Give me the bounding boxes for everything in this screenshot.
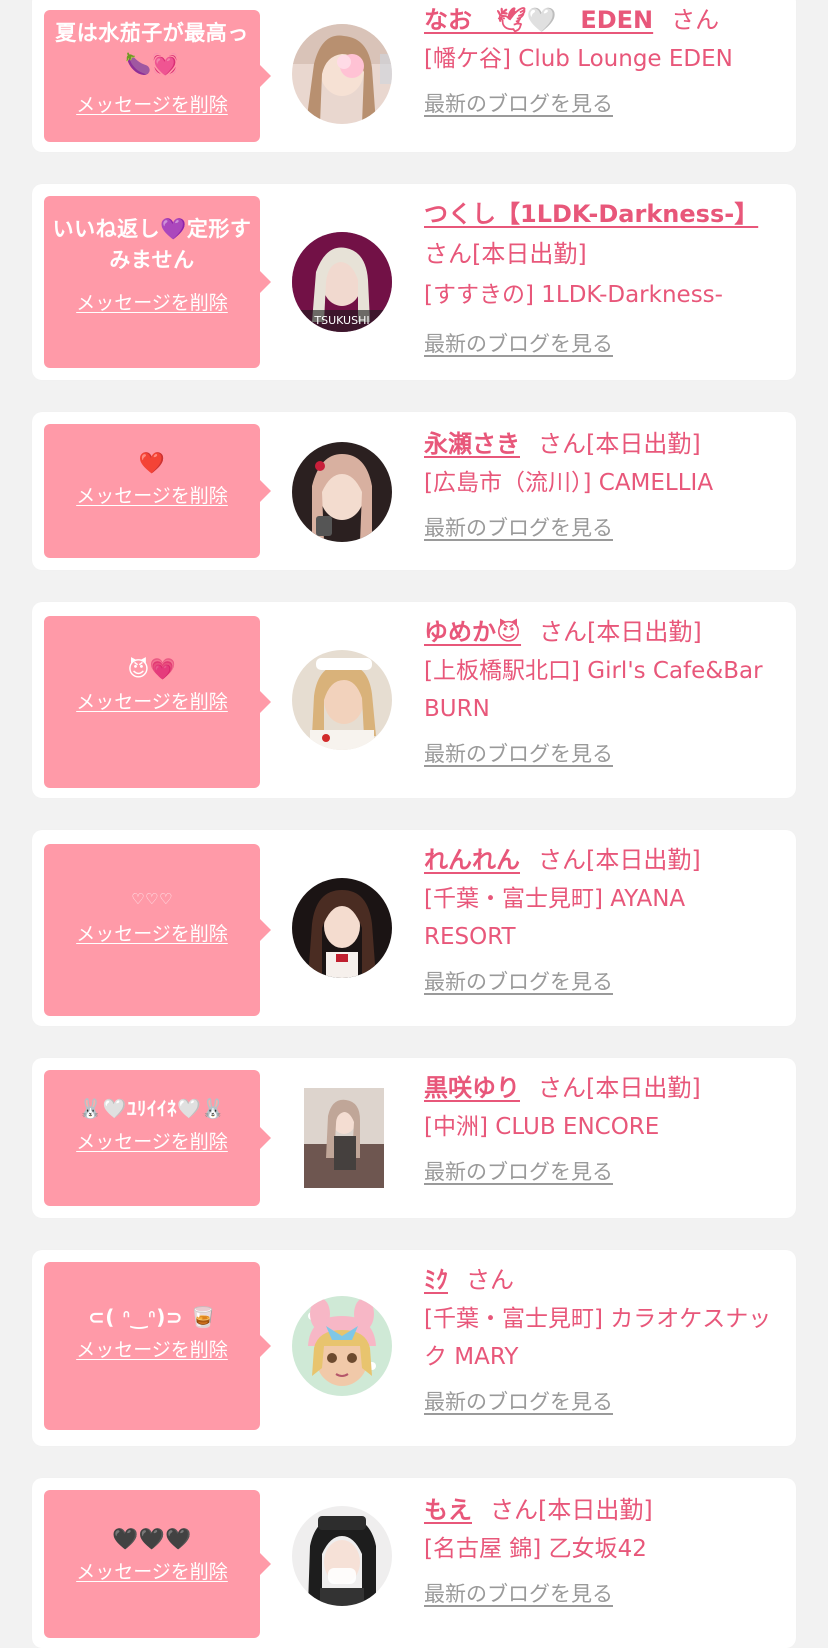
entry-info: もえ さん[本日出勤] [名古屋 錦] 乙女坂42 最新のブログを見る [424, 1490, 784, 1608]
delete-message-link[interactable]: メッセージを削除 [76, 90, 228, 117]
attendance-status: [本日出勤] [472, 240, 587, 268]
delete-message-link[interactable]: メッセージを削除 [76, 919, 228, 946]
cast-name-link[interactable]: なお 🕊🤍 EDEN [424, 6, 653, 34]
list-item: ❤️ メッセージを削除 永瀬さき さん[本日出勤] [広島市（流川）] CAMEL… [32, 412, 796, 570]
avatar[interactable] [292, 442, 392, 542]
shop-info: [すすきの] 1LDK-Darkness- [424, 282, 723, 308]
cast-name-link[interactable]: ゆめか😈 [424, 618, 521, 646]
message-text: ❤️ [138, 451, 166, 475]
latest-blog-link[interactable]: 最新のブログを見る [424, 88, 613, 118]
list-item: 夏は水茄子が最高っ🍆💓 メッセージを削除 なお 🕊🤍 EDEN さん [幡ケ谷] … [32, 0, 796, 152]
message-bubble: いいね返し💜定形すみません メッセージを削除 [44, 196, 271, 368]
latest-blog-link[interactable]: 最新のブログを見る [424, 1578, 613, 1608]
message-text: いいね返し💜定形すみません [52, 217, 252, 272]
latest-blog-link[interactable]: 最新のブログを見る [424, 1386, 613, 1416]
honorific-text: さん [671, 6, 720, 34]
honorific-text: さん [490, 1496, 538, 1524]
latest-blog-link[interactable]: 最新のブログを見る [424, 328, 613, 358]
list-item: いいね返し💜定形すみません メッセージを削除 TSUKUSHI つくし【1LDK… [32, 184, 796, 380]
delete-message-link[interactable]: メッセージを削除 [76, 1127, 228, 1154]
entry-info: 永瀬さき さん[本日出勤] [広島市（流川）] CAMELLIA 最新のブログを見… [424, 424, 784, 542]
list-item: 😈💗 メッセージを削除 ゆめか😈 さん[本日出勤] [上板橋駅北口] Girl's… [32, 602, 796, 798]
entry-info: 黒咲ゆり さん[本日出勤] [中洲] CLUB ENCORE 最新のブログを見る [424, 1068, 784, 1186]
message-list: 夏は水茄子が最高っ🍆💓 メッセージを削除 なお 🕊🤍 EDEN さん [幡ケ谷] … [0, 0, 828, 1648]
delete-message-link[interactable]: メッセージを削除 [76, 1335, 228, 1362]
entry-info: れんれん さん[本日出勤] [千葉・富士見町] AYANA RESORT 最新のブ… [424, 840, 784, 996]
attendance-status: [本日出勤] [586, 846, 701, 874]
cast-name-link[interactable]: 永瀬さき [424, 430, 520, 458]
cast-name-link[interactable]: もえ [424, 1496, 472, 1524]
delete-message-link[interactable]: メッセージを削除 [76, 481, 228, 508]
entry-info: つくし【1LDK-Darkness-】 さん[本日出勤] [すすきの] 1LDK-… [424, 194, 784, 358]
message-bubble: ♡♡♡ メッセージを削除 [44, 844, 271, 1016]
entry-info: ﾐｸ さん [千葉・富士見町] カラオケスナック MARY 最新のブログを見る [424, 1260, 784, 1416]
message-bubble: 😈💗 メッセージを削除 [44, 616, 271, 788]
cast-name-link[interactable]: 黒咲ゆり [424, 1074, 520, 1102]
message-bubble: ❤️ メッセージを削除 [44, 424, 271, 558]
honorific-text: さん [466, 1266, 514, 1294]
latest-blog-link[interactable]: 最新のブログを見る [424, 966, 613, 996]
avatar[interactable] [292, 1506, 392, 1606]
shop-info: [中洲] CLUB ENCORE [424, 1114, 660, 1140]
attendance-status: [本日出勤] [586, 430, 701, 458]
list-item: 🐰🤍ﾕﾘｲｲﾈ🤍🐰 メッセージを削除 黒咲ゆり さん[本日出勤] [中洲] CLU… [32, 1058, 796, 1218]
honorific-text: さん [538, 1074, 586, 1102]
entry-info: なお 🕊🤍 EDEN さん [幡ケ谷] Club Lounge EDEN 最新のブ… [424, 0, 784, 118]
svg-text:TSUKUSHI: TSUKUSHI [313, 314, 369, 327]
delete-message-link[interactable]: メッセージを削除 [76, 288, 228, 315]
delete-message-link[interactable]: メッセージを削除 [76, 687, 228, 714]
avatar[interactable] [292, 878, 392, 978]
shop-info: [名古屋 錦] 乙女坂42 [424, 1536, 647, 1562]
avatar[interactable] [292, 24, 392, 124]
latest-blog-link[interactable]: 最新のブログを見る [424, 1156, 613, 1186]
message-text: 🐰🤍ﾕﾘｲｲﾈ🤍🐰 [78, 1098, 226, 1120]
avatar[interactable] [304, 1088, 384, 1188]
honorific-text: さん [539, 618, 588, 646]
list-item: ♡♡♡ メッセージを削除 れんれん さん[本日出勤] [千葉・富士見町] AYAN… [32, 830, 796, 1026]
delete-message-link[interactable]: メッセージを削除 [76, 1557, 228, 1584]
message-text: 夏は水茄子が最高っ🍆💓 [55, 21, 249, 76]
cast-name-link[interactable]: れんれん [424, 846, 520, 874]
shop-info: [広島市（流川）] CAMELLIA [424, 470, 714, 496]
avatar[interactable] [292, 1296, 392, 1396]
message-text: ⊂( ᐢ‿ᐢ)⊃ 🥃 [88, 1305, 216, 1329]
avatar[interactable] [292, 650, 392, 750]
latest-blog-link[interactable]: 最新のブログを見る [424, 512, 613, 542]
entry-info: ゆめか😈 さん[本日出勤] [上板橋駅北口] Girl's Cafe&Bar BU… [424, 612, 784, 768]
message-bubble: 🐰🤍ﾕﾘｲｲﾈ🤍🐰 メッセージを削除 [44, 1070, 271, 1206]
attendance-status: [本日出勤] [538, 1496, 653, 1524]
message-bubble: 夏は水茄子が最高っ🍆💓 メッセージを削除 [44, 10, 271, 142]
shop-info: [千葉・富士見町] AYANA RESORT [424, 886, 686, 950]
cast-name-link[interactable]: ﾐｸ [424, 1266, 448, 1294]
honorific-text: さん [424, 240, 472, 268]
honorific-text: さん [538, 430, 586, 458]
honorific-text: さん [538, 846, 586, 874]
shop-info: [千葉・富士見町] カラオケスナック MARY [424, 1306, 772, 1370]
latest-blog-link[interactable]: 最新のブログを見る [424, 738, 613, 768]
message-text: 🖤🖤🖤 [112, 1527, 192, 1551]
message-bubble: ⊂( ᐢ‿ᐢ)⊃ 🥃 メッセージを削除 [44, 1262, 271, 1430]
avatar[interactable]: TSUKUSHI [292, 232, 392, 332]
list-item: 🖤🖤🖤 メッセージを削除 もえ さん[本日出勤] [名古屋 錦] 乙女坂42 最新… [32, 1478, 796, 1648]
attendance-status: [本日出勤] [586, 1074, 701, 1102]
shop-info: [幡ケ谷] Club Lounge EDEN [424, 46, 733, 72]
message-text: 😈💗 [127, 657, 177, 681]
cast-name-link[interactable]: つくし【1LDK-Darkness-】 [424, 200, 758, 228]
attendance-status: [本日出勤] [587, 618, 702, 646]
list-item: ⊂( ᐢ‿ᐢ)⊃ 🥃 メッセージを削除 ﾐｸ さん [千葉・富士見町] カラオケ… [32, 1250, 796, 1446]
shop-info: [上板橋駅北口] Girl's Cafe&Bar BURN [424, 658, 763, 722]
message-text: ♡♡♡ [131, 890, 173, 908]
